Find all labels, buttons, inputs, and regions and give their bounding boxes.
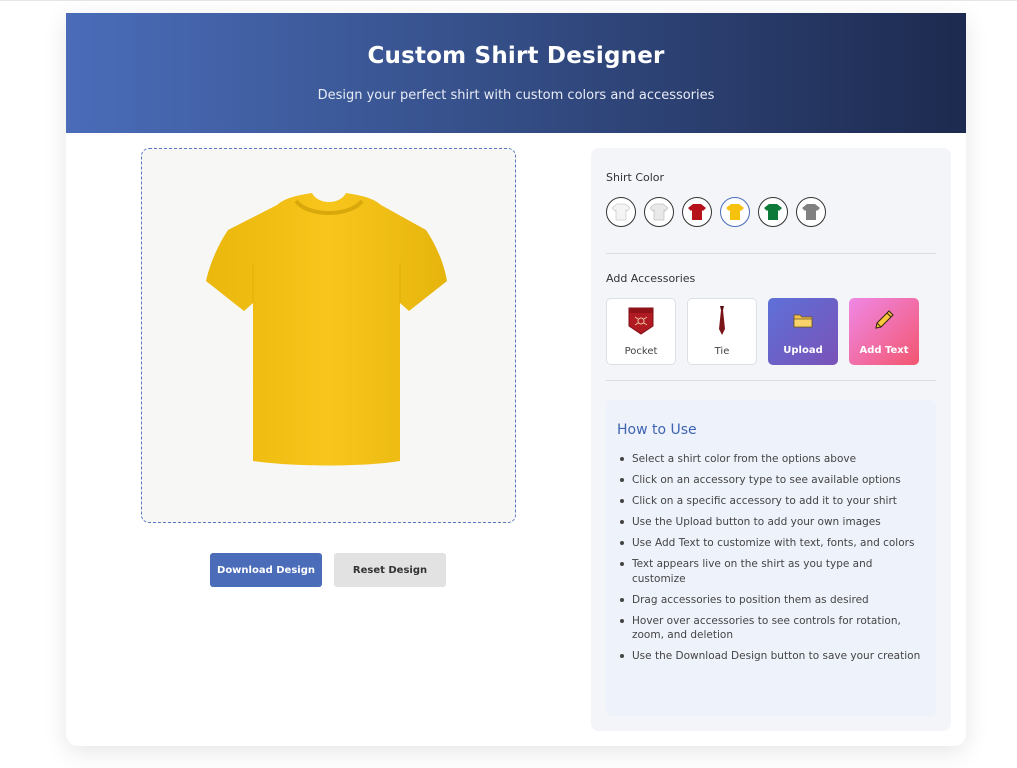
list-item: Use the Download Design button to save y… [617, 649, 929, 664]
section-divider [606, 253, 936, 254]
upload-button[interactable]: Upload [768, 298, 838, 365]
list-item: Use Add Text to customize with text, fon… [617, 536, 929, 551]
shirt-preview [206, 193, 447, 466]
accessory-tie-label: Tie [714, 346, 730, 357]
upload-label: Upload [783, 345, 823, 356]
accessory-tie-button[interactable]: Tie [687, 298, 757, 365]
swatch-gray[interactable] [796, 197, 826, 227]
swatch-yellow[interactable] [720, 197, 750, 227]
how-to-use-box: How to Use Select a shirt color from the… [606, 400, 936, 716]
shirt-color-label: Shirt Color [606, 171, 665, 184]
section-divider [606, 380, 936, 381]
list-item: Use the Upload button to add your own im… [617, 515, 929, 530]
swatch-red[interactable] [682, 197, 712, 227]
tie-icon [719, 306, 725, 335]
swatch-white[interactable] [606, 197, 636, 227]
add-text-label: Add Text [859, 345, 909, 356]
list-item: Hover over accessories to see controls f… [617, 614, 929, 643]
page-subtitle: Design your perfect shirt with custom co… [317, 88, 715, 103]
swatch-green[interactable] [758, 197, 788, 227]
top-border [0, 0, 1017, 1]
page-header: Custom Shirt Designer Design your perfec… [66, 13, 966, 133]
list-item: Select a shirt color from the options ab… [617, 452, 929, 467]
pencil-icon [875, 310, 894, 329]
how-to-title: How to Use [617, 422, 697, 438]
folder-icon [793, 314, 813, 328]
download-design-button[interactable]: Download Design [210, 553, 322, 587]
list-item: Click on an accessory type to see availa… [617, 473, 929, 488]
list-item: Click on a specific accessory to add it … [617, 494, 929, 509]
reset-design-button[interactable]: Reset Design [334, 553, 446, 587]
add-text-button[interactable]: Add Text [849, 298, 919, 365]
designer-card: Custom Shirt Designer Design your perfec… [66, 13, 966, 746]
customization-panel: Shirt Color Add Accessories Pocket Tie U… [591, 148, 951, 731]
page-title: Custom Shirt Designer [367, 43, 665, 69]
accessory-pocket-label: Pocket [624, 346, 658, 357]
swatch-light-gray[interactable] [644, 197, 674, 227]
list-item: Text appears live on the shirt as you ty… [617, 557, 929, 586]
pocket-icon [628, 307, 654, 335]
how-to-steps: Select a shirt color from the options ab… [617, 452, 929, 670]
accessories-label: Add Accessories [606, 272, 696, 285]
design-canvas[interactable] [141, 148, 516, 523]
accessory-pocket-button[interactable]: Pocket [606, 298, 676, 365]
list-item: Drag accessories to position them as des… [617, 593, 929, 608]
